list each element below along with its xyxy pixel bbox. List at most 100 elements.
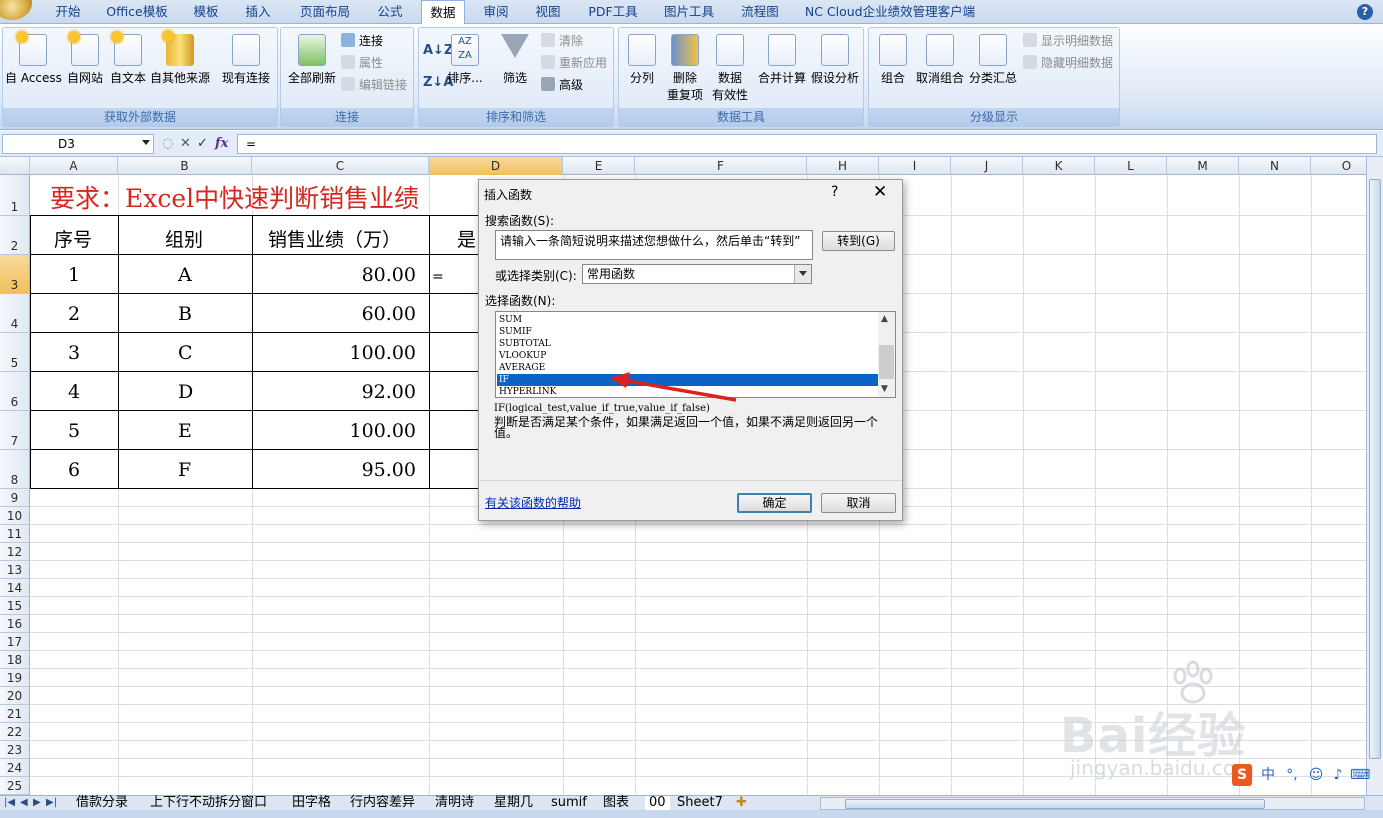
sheet-tab[interactable]: Sheet7 xyxy=(677,796,723,811)
row-header-8[interactable]: 8 xyxy=(0,450,30,489)
keyboard-icon[interactable]: ⌨ xyxy=(1350,764,1370,786)
row-header-21[interactable]: 21 xyxy=(0,705,30,723)
row-header-15[interactable]: 15 xyxy=(0,597,30,615)
office-button[interactable] xyxy=(0,0,32,20)
row-header-3[interactable]: 3 xyxy=(0,255,30,294)
formula-input[interactable]: = xyxy=(237,134,1377,154)
sort-button[interactable]: AZ ZA 排序... xyxy=(447,34,483,86)
ungroup-button[interactable]: 取消组合 xyxy=(915,34,965,86)
list-item[interactable]: SUM xyxy=(497,314,878,326)
connections-button[interactable]: 连接 xyxy=(341,32,383,50)
scroll-down-icon[interactable]: ▼ xyxy=(881,384,888,394)
text-to-columns-button[interactable]: 分列 xyxy=(623,34,661,86)
row-header-20[interactable]: 20 xyxy=(0,687,30,705)
column-header-f[interactable]: F xyxy=(635,157,807,175)
row-header-25[interactable]: 25 xyxy=(0,777,30,795)
data-validation-button[interactable]: 数据 有效性 xyxy=(707,34,753,103)
column-header-d[interactable]: D xyxy=(429,157,563,175)
list-item[interactable]: SUBTOTAL xyxy=(497,338,878,350)
row-header-12[interactable]: 12 xyxy=(0,543,30,561)
list-item[interactable]: VLOOKUP xyxy=(497,350,878,362)
column-header-i[interactable]: I xyxy=(879,157,951,175)
hide-detail-button[interactable]: 隐藏明细数据 xyxy=(1023,54,1113,72)
vertical-scroll-thumb[interactable] xyxy=(1369,179,1381,759)
row-header-24[interactable]: 24 xyxy=(0,759,30,777)
sheet-tab[interactable]: 田字格 xyxy=(292,796,331,811)
row-header-9[interactable]: 9 xyxy=(0,489,30,507)
select-all-corner[interactable] xyxy=(0,157,30,175)
chinese-mode-icon[interactable]: 中 xyxy=(1258,764,1278,786)
row-header-7[interactable]: 7 xyxy=(0,411,30,450)
column-header-a[interactable]: A xyxy=(30,157,118,175)
cancel-icon[interactable]: ✕ xyxy=(180,136,191,152)
column-header-j[interactable]: J xyxy=(951,157,1023,175)
function-help-link[interactable]: 有关该函数的帮助 xyxy=(485,494,581,511)
group-button[interactable]: 组合 xyxy=(873,34,913,86)
from-access-button[interactable]: 自 Access xyxy=(5,31,62,86)
help-icon[interactable]: ? xyxy=(1357,4,1373,20)
from-text-button[interactable]: 自文本 xyxy=(107,31,149,86)
row-header-17[interactable]: 17 xyxy=(0,633,30,651)
row-header-23[interactable]: 23 xyxy=(0,741,30,759)
row-header-5[interactable]: 5 xyxy=(0,333,30,372)
row-header-19[interactable]: 19 xyxy=(0,669,30,687)
name-box-dropdown-icon[interactable] xyxy=(142,140,150,145)
tab-insert[interactable]: 插入 xyxy=(238,0,278,24)
row-header-1[interactable]: 1 xyxy=(0,175,30,216)
from-web-button[interactable]: 自网站 xyxy=(63,31,107,86)
sheet-tab[interactable]: 行内容差异 xyxy=(350,796,415,811)
row-header-16[interactable]: 16 xyxy=(0,615,30,633)
list-scrollbar[interactable]: ▲ ▼ xyxy=(878,312,895,397)
vertical-scrollbar[interactable] xyxy=(1366,157,1383,795)
insert-function-icon[interactable]: fx xyxy=(215,136,228,152)
dialog-close-icon[interactable]: ✕ xyxy=(873,182,887,202)
punctuation-icon[interactable]: °, xyxy=(1282,764,1302,786)
row-header-14[interactable]: 14 xyxy=(0,579,30,597)
cancel-button[interactable]: 取消 xyxy=(821,493,896,513)
tab-formulas[interactable]: 公式 xyxy=(370,0,410,24)
tab-page-layout[interactable]: 页面布局 xyxy=(294,0,356,24)
row-header-13[interactable]: 13 xyxy=(0,561,30,579)
first-sheet-icon[interactable]: |◀ xyxy=(4,797,15,808)
emoji-icon[interactable]: ☺ xyxy=(1306,764,1326,786)
next-sheet-icon[interactable]: ▶ xyxy=(33,797,41,808)
column-header-b[interactable]: B xyxy=(118,157,252,175)
from-other-sources-button[interactable]: 自其他来源 xyxy=(149,30,211,86)
sheet-tab-active[interactable]: 00 xyxy=(645,796,670,811)
row-header-11[interactable]: 11 xyxy=(0,525,30,543)
go-button[interactable]: 转到(G) xyxy=(822,231,895,251)
existing-connections-button[interactable]: 现有连接 xyxy=(217,34,275,86)
prev-sheet-icon[interactable]: ◀ xyxy=(20,797,28,808)
insert-sheet-icon[interactable]: ✚ xyxy=(736,796,747,811)
advanced-filter-button[interactable]: 高级 xyxy=(541,76,583,94)
sheet-tab[interactable]: 借款分录 xyxy=(76,796,128,811)
column-header-h[interactable]: H xyxy=(807,157,879,175)
microphone-icon[interactable]: ♪ xyxy=(1328,764,1348,786)
column-header-l[interactable]: L xyxy=(1095,157,1167,175)
subtotal-button[interactable]: 分类汇总 xyxy=(967,34,1019,86)
tab-review[interactable]: 审阅 xyxy=(476,0,516,24)
category-select[interactable]: 常用函数 xyxy=(582,264,812,284)
row-header-22[interactable]: 22 xyxy=(0,723,30,741)
list-scroll-thumb[interactable] xyxy=(879,345,894,379)
tab-picture-tools[interactable]: 图片工具 xyxy=(658,0,720,24)
tab-data[interactable]: 数据 xyxy=(421,0,465,25)
edit-links-button[interactable]: 编辑链接 xyxy=(341,76,407,94)
list-item[interactable]: SUMIF xyxy=(497,326,878,338)
scroll-up-icon[interactable]: ▲ xyxy=(881,314,888,324)
sheet-tab[interactable]: sumif xyxy=(551,796,587,811)
name-box[interactable]: D3 xyxy=(2,134,154,154)
active-cell-d3[interactable]: = xyxy=(432,269,444,285)
refresh-all-button[interactable]: 全部刷新 xyxy=(283,34,341,86)
row-header-10[interactable]: 10 xyxy=(0,507,30,525)
row-header-6[interactable]: 6 xyxy=(0,372,30,411)
remove-duplicates-button[interactable]: 删除 重复项 xyxy=(663,34,707,103)
tab-flowchart[interactable]: 流程图 xyxy=(735,0,785,24)
what-if-analysis-button[interactable]: 假设分析 xyxy=(809,34,861,86)
column-header-c[interactable]: C xyxy=(252,157,429,175)
show-detail-button[interactable]: 显示明细数据 xyxy=(1023,32,1113,50)
row-header-2[interactable]: 2 xyxy=(0,216,30,255)
sheet-tab[interactable]: 上下行不动拆分窗口 xyxy=(150,796,267,811)
consolidate-button[interactable]: 合并计算 xyxy=(757,34,807,86)
chevron-down-icon[interactable] xyxy=(794,265,811,283)
